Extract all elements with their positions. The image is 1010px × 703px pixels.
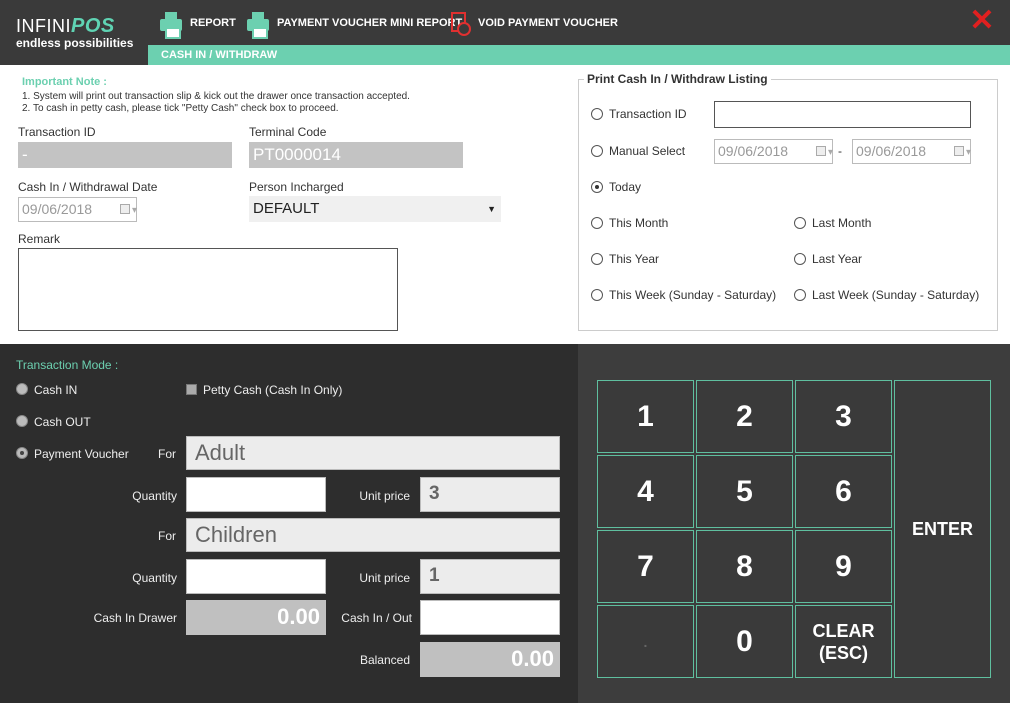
key-4[interactable]: 4 xyxy=(597,455,694,528)
key-1[interactable]: 1 xyxy=(597,380,694,453)
adult-quantity-input[interactable] xyxy=(186,477,326,512)
balanced-field: 0.00 xyxy=(420,642,560,677)
section-title: CASH IN / WITHDRAW xyxy=(161,49,278,61)
clear-key[interactable]: CLEAR (ESC) xyxy=(795,605,892,678)
for-label: For xyxy=(158,447,176,461)
radio-this-month[interactable] xyxy=(591,217,603,229)
date-from-value: 09/06/2018 xyxy=(718,143,789,159)
key-7[interactable]: 7 xyxy=(597,530,694,603)
transaction-mode-title: Transaction Mode : xyxy=(16,358,119,372)
note-title: Important Note : xyxy=(22,76,107,88)
note-line: 1. System will print out transaction sli… xyxy=(22,91,410,102)
void-voucher-button[interactable]: VOID PAYMENT VOUCHER xyxy=(446,8,618,38)
radio-cash-in-label: Cash IN xyxy=(34,383,78,397)
cash-in-out-input[interactable] xyxy=(420,600,560,635)
radio-manual-select[interactable] xyxy=(591,145,603,157)
section-title-bar: CASH IN / WITHDRAW xyxy=(148,45,1010,65)
person-value: DEFAULT xyxy=(253,200,320,217)
radio-cash-out-label: Cash OUT xyxy=(34,415,91,429)
radio-last-year[interactable] xyxy=(794,253,806,265)
date-picker[interactable]: 09/06/2018 xyxy=(18,197,137,222)
person-label: Person Incharged xyxy=(249,180,344,194)
radio-today[interactable] xyxy=(591,181,603,193)
radio-last-year-label: Last Year xyxy=(812,252,863,266)
date-range-separator: - xyxy=(838,144,842,158)
calendar-icon[interactable] xyxy=(120,200,137,222)
printer-icon xyxy=(245,10,271,39)
petty-cash-checkbox[interactable] xyxy=(186,384,197,395)
key-decimal[interactable]: . xyxy=(597,605,694,678)
radio-today-label: Today xyxy=(609,180,642,194)
clear-key-shortcut: (ESC) xyxy=(819,642,868,663)
radio-cash-out[interactable] xyxy=(16,415,28,427)
listing-transaction-id-input[interactable] xyxy=(714,101,971,128)
dropdown-arrow-icon: ▼ xyxy=(487,204,496,214)
adult-field: Adult xyxy=(186,436,560,470)
adult-quantity-label: Quantity xyxy=(132,489,177,503)
void-document-icon xyxy=(446,10,472,36)
close-icon[interactable]: ✕ xyxy=(968,6,996,36)
key-0[interactable]: 0 xyxy=(696,605,793,678)
children-field: Children xyxy=(186,518,560,552)
radio-transaction-id-label: Transaction ID xyxy=(609,107,687,121)
radio-manual-select-label: Manual Select xyxy=(609,144,686,158)
calendar-icon[interactable] xyxy=(816,142,833,164)
date-to-picker[interactable]: 09/06/2018 xyxy=(852,139,971,164)
enter-key[interactable]: ENTER xyxy=(894,380,991,678)
radio-this-week-label: This Week (Sunday - Saturday) xyxy=(609,288,777,302)
radio-last-week[interactable] xyxy=(794,289,806,301)
key-5[interactable]: 5 xyxy=(696,455,793,528)
radio-this-month-label: This Month xyxy=(609,216,669,230)
note-line: 2. To cash in petty cash, please tick "P… xyxy=(22,103,339,114)
radio-cash-in[interactable] xyxy=(16,383,28,395)
adult-unit-price-field: 3 xyxy=(420,477,560,512)
key-2[interactable]: 2 xyxy=(696,380,793,453)
date-value: 09/06/2018 xyxy=(22,201,93,217)
radio-payment-voucher-label: Payment Voucher xyxy=(34,447,129,461)
children-unit-price-field: 1 xyxy=(420,559,560,594)
key-8[interactable]: 8 xyxy=(696,530,793,603)
report-label: REPORT xyxy=(190,17,236,29)
radio-payment-voucher[interactable] xyxy=(16,447,28,459)
key-6[interactable]: 6 xyxy=(795,455,892,528)
app-logo: INFINIPOS endless possibilities xyxy=(0,0,148,65)
children-unit-price-label: Unit price xyxy=(359,571,410,585)
children-quantity-label: Quantity xyxy=(132,571,177,585)
report-button[interactable]: REPORT xyxy=(158,8,236,39)
transaction-id-field: - xyxy=(18,142,232,168)
date-from-picker[interactable]: 09/06/2018 xyxy=(714,139,833,164)
mini-report-button[interactable]: PAYMENT VOUCHER MINI REPORT xyxy=(245,8,463,39)
printer-icon xyxy=(158,10,184,39)
remark-textarea[interactable] xyxy=(18,248,398,331)
cash-in-drawer-field: 0.00 xyxy=(186,600,326,635)
radio-last-week-label: Last Week (Sunday - Saturday) xyxy=(812,288,980,302)
radio-transaction-id[interactable] xyxy=(591,108,603,120)
listing-legend: Print Cash In / Withdraw Listing xyxy=(584,72,771,86)
clear-key-label: CLEAR xyxy=(812,620,875,641)
void-voucher-label: VOID PAYMENT VOUCHER xyxy=(478,17,618,29)
children-quantity-input[interactable] xyxy=(186,559,326,594)
radio-this-year[interactable] xyxy=(591,253,603,265)
balanced-label: Balanced xyxy=(359,653,410,667)
person-select[interactable]: DEFAULT ▼ xyxy=(249,196,501,222)
transaction-id-label: Transaction ID xyxy=(18,125,96,139)
cash-in-drawer-label: Cash In Drawer xyxy=(93,611,177,625)
petty-cash-label: Petty Cash (Cash In Only) xyxy=(203,383,343,397)
key-3[interactable]: 3 xyxy=(795,380,892,453)
terminal-code-field: PT0000014 xyxy=(249,142,463,168)
terminal-code-label: Terminal Code xyxy=(249,125,327,139)
key-9[interactable]: 9 xyxy=(795,530,892,603)
date-label: Cash In / Withdrawal Date xyxy=(18,180,158,194)
radio-last-month[interactable] xyxy=(794,217,806,229)
remark-label: Remark xyxy=(18,232,61,246)
date-to-value: 09/06/2018 xyxy=(856,143,927,159)
mini-report-label: PAYMENT VOUCHER MINI REPORT xyxy=(277,17,463,29)
radio-this-year-label: This Year xyxy=(609,252,660,266)
calendar-icon[interactable] xyxy=(954,142,971,164)
radio-this-week[interactable] xyxy=(591,289,603,301)
adult-unit-price-label: Unit price xyxy=(359,489,410,503)
cash-in-out-label: Cash In / Out xyxy=(341,611,412,625)
for-label: For xyxy=(158,529,176,543)
radio-last-month-label: Last Month xyxy=(812,216,872,230)
